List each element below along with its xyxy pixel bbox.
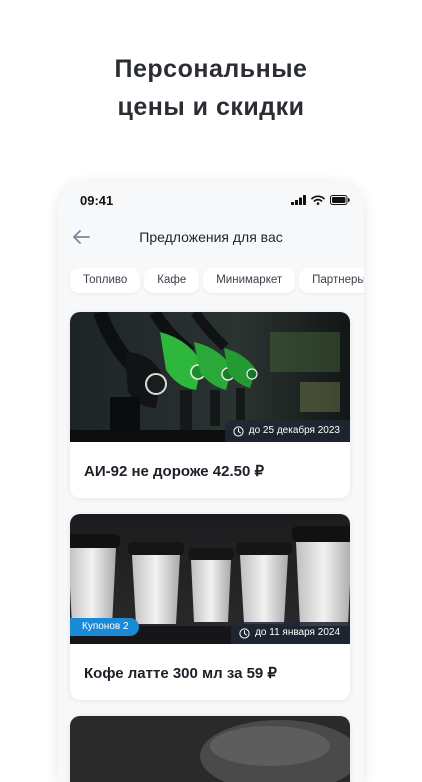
offer-date: до 11 января 2024 — [255, 627, 340, 638]
wifi-icon — [311, 195, 325, 205]
offer-card-next[interactable] — [70, 716, 350, 782]
signal-icon — [291, 195, 306, 205]
headline-line-1: Персональные — [114, 55, 308, 83]
status-icons — [291, 195, 350, 205]
chip-fuel[interactable]: Топливо — [70, 268, 141, 293]
offer-date-badge: до 25 декабря 2023 — [224, 420, 350, 442]
coffee-cups-image: Купонов 2 до 11 января 2024 — [70, 514, 350, 644]
status-bar: 09:41 — [58, 182, 364, 218]
chip-minimarket[interactable]: Минимаркет — [203, 268, 296, 293]
promo-headline: Персональные цены и скидки — [0, 50, 422, 126]
clock-icon — [239, 627, 250, 639]
offer-image-partial — [70, 716, 350, 782]
battery-icon — [330, 195, 350, 205]
offer-title: Кофе латте 300 мл за 59 ₽ — [84, 665, 277, 682]
offer-date-badge: до 11 января 2024 — [231, 622, 350, 644]
offer-date: до 25 декабря 2023 — [248, 425, 340, 436]
offer-title: АИ-92 не дороже 42.50 ₽ — [84, 463, 265, 480]
offer-card-coffee[interactable]: Купонов 2 до 11 января 2024 Кофе латте 3… — [70, 514, 350, 700]
offer-card-fuel[interactable]: до 25 декабря 2023 АИ-92 не дороже 42.50… — [70, 312, 350, 498]
headline-line-2: цены и скидки — [117, 93, 305, 121]
coupon-badge: Купонов 2 — [70, 618, 139, 636]
status-time: 09:41 — [80, 193, 114, 208]
chip-cafe[interactable]: Кафе — [144, 268, 200, 293]
fuel-pumps-image: до 25 декабря 2023 — [70, 312, 350, 442]
phone-frame: 09:41 Предложения для вас Топливо Кафе М… — [58, 182, 364, 782]
nav-bar: Предложения для вас — [58, 222, 364, 252]
page-title: Предложения для вас — [139, 229, 283, 245]
chip-partners[interactable]: Партнеры — [299, 268, 364, 293]
clock-icon — [233, 425, 244, 437]
category-chips: Топливо Кафе Минимаркет Партнеры — [70, 268, 364, 293]
